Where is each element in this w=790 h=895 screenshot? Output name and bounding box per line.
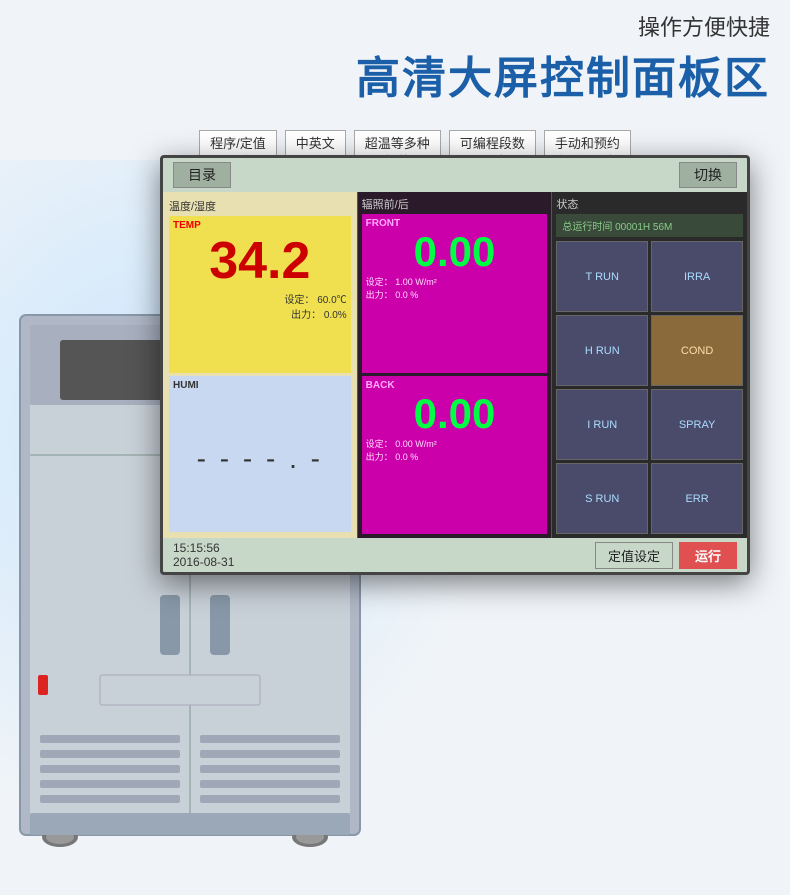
irra-back-value: 0.00 [366,393,544,435]
humi-section: HUMI - - - - . - [169,376,351,533]
humi-tag: HUMI [173,380,347,391]
status-btn-s-run[interactable]: S RUN [556,463,648,534]
setvalue-button[interactable]: 定值设定 [595,542,673,569]
screen-time: 15:15:56 [173,541,234,555]
irra-front-output-label: 出力： [366,290,393,300]
screen-main: 温度/湿度 TEMP 34.2 设定： 60.0℃ 出力： 0.0% HUMI … [163,192,747,538]
screen-datetime: 15:15:56 2016-08-31 [173,541,234,569]
status-buttons: T RUN IRRA H RUN COND I RUN SPRAY S RUN … [556,241,743,534]
screen-container: 目录 切换 温度/湿度 TEMP 34.2 设定： 60.0℃ 出力： 0.0% [160,155,750,575]
irra-front-setpoint-label: 设定： [366,277,393,287]
panel-temp-humi: 温度/湿度 TEMP 34.2 设定： 60.0℃ 出力： 0.0% HUMI … [163,192,358,538]
irra-front-setpoint-val: 1.00 W/m² [395,277,437,287]
screen-inner: 目录 切换 温度/湿度 TEMP 34.2 设定： 60.0℃ 出力： 0.0% [163,158,747,572]
status-btn-i-run[interactable]: I RUN [556,389,648,460]
status-runtime: 总运行时间 00001H 56M [556,214,743,237]
temp-value: 34.2 [173,235,347,287]
irra-label: 辐照前/后 [362,196,548,212]
status-btn-t-run[interactable]: T RUN [556,241,648,312]
irra-back-output-label: 出力： [366,452,393,462]
screen-date: 2016-08-31 [173,555,234,569]
temp-setpoint-label: 设定： [284,295,314,306]
temp-setpoint-val: 60.0℃ [317,295,346,306]
irra-back-output-val: 0.0 % [395,452,418,462]
irra-front-value: 0.00 [366,231,544,273]
irra-front-output-val: 0.0 % [395,290,418,300]
screen-bottombar: 15:15:56 2016-08-31 定值设定 运行 [163,538,747,572]
status-btn-cond[interactable]: COND [651,315,743,386]
temp-section: TEMP 34.2 设定： 60.0℃ 出力： 0.0% [169,216,351,373]
temp-tag: TEMP [173,220,347,231]
irra-back-tag: BACK [366,380,544,391]
irra-back-setpoint-val: 0.00 W/m² [395,439,437,449]
status-btn-irra[interactable]: IRRA [651,241,743,312]
panel-status: 状态 总运行时间 00001H 56M T RUN IRRA H RUN CON… [552,192,747,538]
menu-button[interactable]: 目录 [173,162,231,188]
bottom-buttons: 定值设定 运行 [595,542,737,569]
irra-back-settings: 设定： 0.00 W/m² 出力： 0.0 % [366,437,544,463]
temp-output-val: 0.0% [324,310,347,321]
status-btn-err[interactable]: ERR [651,463,743,534]
irra-back-setpoint-label: 设定： [366,439,393,449]
humi-dashes: - - - - . - [197,443,323,475]
status-label: 状态 [556,196,743,212]
irra-back: BACK 0.00 设定： 0.00 W/m² 出力： 0.0 % [362,376,548,535]
status-btn-h-run[interactable]: H RUN [556,315,648,386]
temp-output-label: 出力： [291,310,321,321]
temp-humi-label: 温度/湿度 [169,198,351,214]
temp-settings: 设定： 60.0℃ 出力： 0.0% [173,291,347,321]
status-btn-spray[interactable]: SPRAY [651,389,743,460]
header-section: 操作方便快捷 高清大屏控制面板区 [356,10,770,106]
switch-button[interactable]: 切换 [679,162,737,188]
irra-front-settings: 设定： 1.00 W/m² 出力： 0.0 % [366,275,544,301]
panel-irra: 辐照前/后 FRONT 0.00 设定： 1.00 W/m² 出力： 0.0 %… [358,192,553,538]
screen-topbar: 目录 切换 [163,158,747,192]
main-title: 高清大屏控制面板区 [356,42,770,106]
run-button[interactable]: 运行 [679,542,737,569]
subtitle: 操作方便快捷 [356,10,770,42]
irra-front: FRONT 0.00 设定： 1.00 W/m² 出力： 0.0 % [362,214,548,373]
